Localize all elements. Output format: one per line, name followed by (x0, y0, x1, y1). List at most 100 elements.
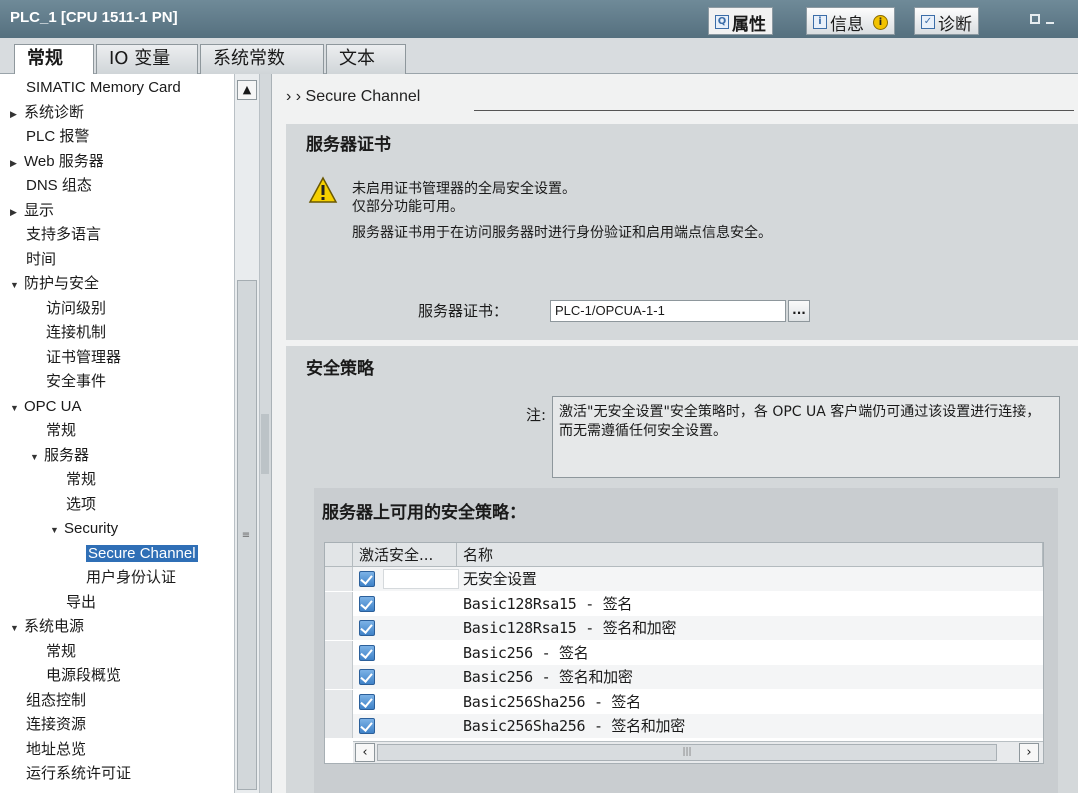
browse-cert-button[interactable]: ... (788, 300, 810, 322)
expand-down-icon[interactable]: ▼ (10, 396, 24, 420)
nav-item-label: Web 服务器 (24, 152, 104, 170)
nav-item[interactable]: 地址总览 (26, 738, 86, 762)
table-row[interactable]: Basic128Rsa15 - 签名和加密 (325, 616, 1043, 640)
active-checkbox[interactable] (359, 644, 375, 661)
nav-item[interactable]: ▶ 系统诊断 (10, 101, 84, 125)
active-checkbox[interactable] (359, 718, 375, 734)
tab-general[interactable]: 常规 (14, 44, 94, 75)
nav-item-label: 用户身份认证 (86, 569, 177, 586)
pane-splitter[interactable] (260, 74, 272, 793)
expand-right-icon[interactable]: ▶ (10, 151, 24, 175)
row-header[interactable] (325, 714, 353, 738)
minimize-icon[interactable] (1046, 14, 1054, 24)
horizontal-scroll-thumb[interactable]: ||| (377, 744, 997, 761)
nav-item[interactable]: DNS 组态 (26, 174, 92, 198)
nav-item-label: 常规 (46, 642, 77, 660)
nav-item[interactable]: 证书管理器 (46, 346, 121, 370)
nav-item[interactable]: 电源段概览 (46, 664, 121, 688)
nav-item[interactable]: Secure Channel (86, 542, 198, 566)
splitter-handle[interactable] (261, 414, 269, 474)
warning-line-2: 仅部分功能可用。 (352, 199, 464, 215)
cell-editor[interactable] (383, 569, 459, 589)
nav-item-label: 导出 (66, 593, 97, 611)
column-header-active[interactable]: 激活安全... (353, 543, 457, 567)
expand-right-icon[interactable]: ▶ (10, 102, 24, 126)
nav-item-label: 系统诊断 (24, 103, 85, 121)
table-row[interactable]: 无安全设置 (325, 567, 1043, 591)
table-row[interactable]: Basic128Rsa15 - 签名 (325, 591, 1043, 616)
scroll-left-icon[interactable]: ‹ (355, 743, 375, 762)
nav-item-label: PLC 报警 (26, 128, 90, 145)
active-checkbox[interactable] (359, 595, 375, 612)
table-row[interactable]: Basic256Sha256 - 签名和加密 (325, 714, 1043, 738)
active-checkbox[interactable] (359, 620, 375, 636)
nav-item-label: 连接机制 (46, 324, 107, 341)
nav-item-label: 选项 (66, 495, 97, 513)
row-header-corner (325, 543, 353, 567)
nav-item[interactable]: ▼ Security (50, 517, 118, 541)
nav-item[interactable]: 连接机制 (46, 321, 106, 345)
row-header[interactable] (325, 640, 353, 665)
title-bar: PLC_1 [CPU 1511-1 PN] Q 属性 i 信息 i ✓ 诊断 (0, 0, 1078, 38)
row-header[interactable] (325, 567, 353, 591)
nav-item[interactable]: 常规 (46, 419, 76, 443)
tab-diagnostics[interactable]: ✓ 诊断 (914, 7, 979, 35)
nav-item[interactable]: ▼ 防护与安全 (10, 272, 99, 296)
nav-item[interactable]: 导出 (66, 591, 96, 615)
table-horizontal-scrollbar[interactable]: ‹ ||| › (353, 741, 1043, 763)
nav-item[interactable]: 支持多语言 (26, 223, 101, 247)
tab-properties[interactable]: Q 属性 (708, 7, 773, 35)
nav-item[interactable]: ▶ Web 服务器 (10, 150, 104, 174)
table-row[interactable]: Basic256 - 签名和加密 (325, 665, 1043, 689)
table-row[interactable]: Basic256 - 签名 (325, 640, 1043, 665)
nav-item-label: 常规 (46, 422, 77, 439)
table-row[interactable]: Basic256Sha256 - 签名 (325, 689, 1043, 714)
nav-item[interactable]: 组态控制 (26, 689, 86, 713)
properties-icon: Q (715, 15, 729, 29)
tab-io-tags[interactable]: IO 变量 (96, 44, 198, 74)
nav-item[interactable]: ▼ OPC UA (10, 395, 82, 419)
tab-texts[interactable]: 文本 (326, 44, 406, 74)
active-checkbox[interactable] (359, 693, 375, 710)
expand-down-icon[interactable]: ▼ (30, 445, 44, 469)
nav-item[interactable]: 连接资源 (26, 713, 86, 737)
row-header[interactable] (325, 689, 353, 714)
row-header[interactable] (325, 616, 353, 640)
nav-item[interactable]: 选项 (66, 493, 96, 517)
tab-system-constants[interactable]: 系统常数 (200, 44, 324, 74)
expand-down-icon[interactable]: ▼ (10, 273, 24, 297)
nav-item[interactable]: 常规 (66, 468, 96, 492)
expand-right-icon[interactable]: ▶ (10, 200, 24, 224)
nav-item-label: 时间 (26, 250, 57, 268)
nav-item[interactable]: 运行系统许可证 (26, 762, 131, 786)
expand-down-icon[interactable]: ▼ (10, 616, 24, 640)
scroll-right-icon[interactable]: › (1019, 743, 1039, 762)
nav-item[interactable]: SIMATIC Memory Card (26, 76, 181, 100)
active-checkbox[interactable] (359, 571, 375, 587)
nav-item[interactable]: PLC 报警 (26, 125, 89, 149)
expand-down-icon[interactable]: ▼ (50, 518, 64, 542)
nav-item[interactable]: 安全事件 (46, 370, 106, 394)
nav-item-label: SIMATIC Memory Card (26, 79, 181, 96)
nav-item[interactable]: ▼ 服务器 (30, 444, 89, 468)
nav-item[interactable]: 时间 (26, 248, 56, 272)
scroll-up-icon[interactable]: ▲ (237, 80, 257, 100)
nav-item[interactable]: 常规 (46, 640, 76, 664)
security-policy-title: 安全策略 (306, 359, 374, 379)
policy-name: Basic256 - 签名 (463, 643, 589, 662)
active-checkbox[interactable] (359, 669, 375, 685)
column-header-name[interactable]: 名称 (457, 543, 1043, 567)
nav-item[interactable]: 访问级别 (46, 297, 106, 321)
nav-item[interactable]: 用户身份认证 (86, 566, 176, 590)
server-cert-field[interactable]: PLC-1/OPCUA-1-1 (550, 300, 786, 322)
nav-item[interactable]: ▶ 显示 (10, 199, 54, 223)
nav-item-label: 地址总览 (26, 740, 87, 758)
tab-info[interactable]: i 信息 i (806, 7, 895, 35)
window-buttons (1030, 12, 1070, 26)
restore-icon[interactable] (1030, 14, 1040, 24)
nav-item[interactable]: ▼ 系统电源 (10, 615, 84, 639)
row-header[interactable] (325, 665, 353, 689)
note-label: 注: (526, 406, 547, 424)
row-header[interactable] (325, 591, 353, 616)
nav-scrollbar[interactable]: ▲ ≡ (234, 74, 260, 793)
